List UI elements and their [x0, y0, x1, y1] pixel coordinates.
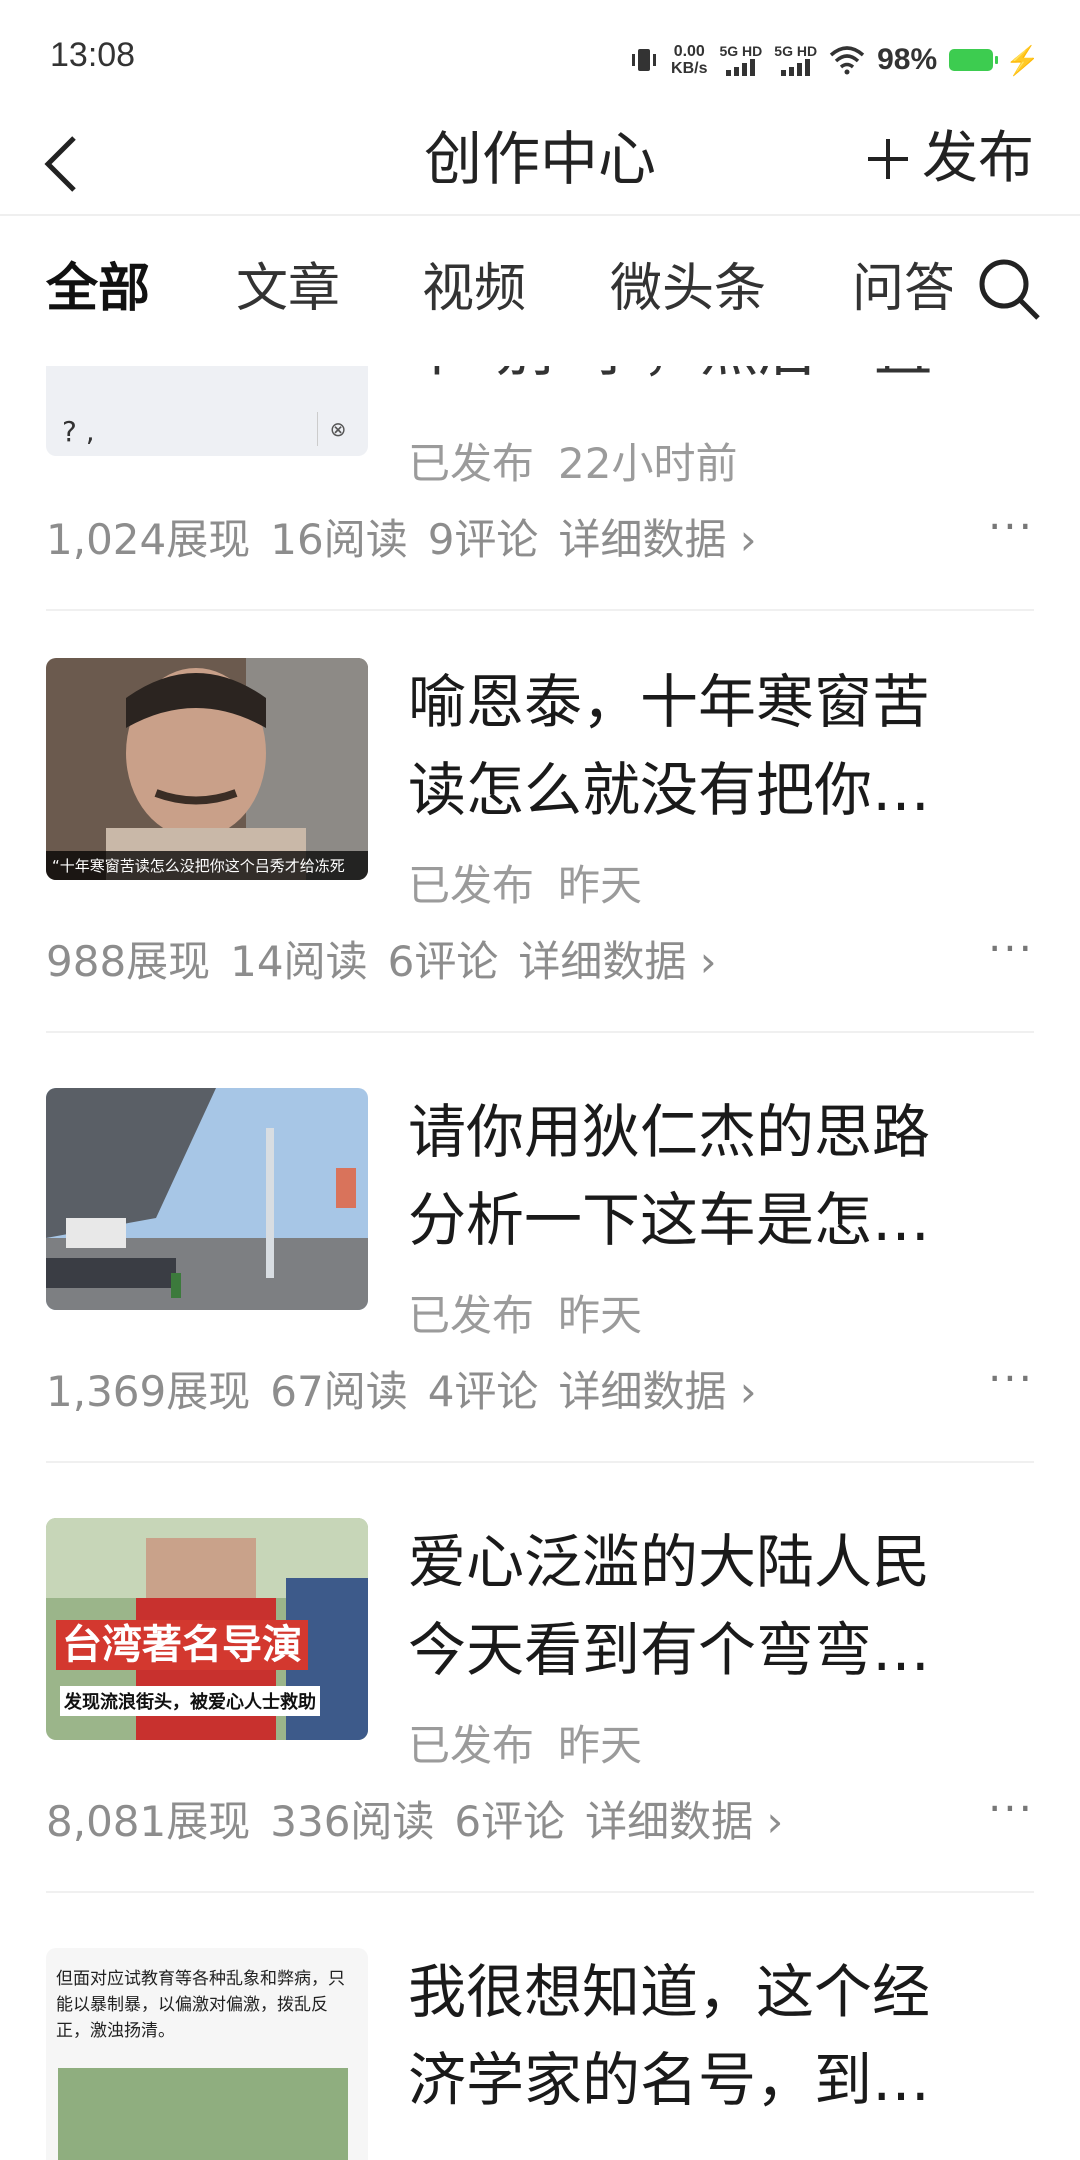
- tab-micro-posts[interactable]: 微头条: [610, 254, 766, 324]
- detail-data-link[interactable]: 详细数据 ›: [558, 1367, 756, 1416]
- divider: [46, 1891, 1034, 1893]
- publish-label: 发布: [922, 126, 1034, 191]
- thumbnail-subtitle: 发现流浪街头，被爱心人士救助: [60, 1686, 320, 1716]
- top-nav: 创作中心 发布: [0, 110, 1080, 216]
- bridge-photo: [46, 1088, 368, 1310]
- content-feed[interactable]: ? , ⊗ 个“别”字，然后一直 已发布22小时前 1,024展现16阅读9评论…: [0, 366, 1080, 2160]
- item-stats: 1,369展现 67阅读 4评论 详细数据 ›: [46, 1367, 757, 1416]
- battery-icon: [949, 49, 999, 71]
- thumbnail-text: 但面对应试教育等各种乱象和弊病，只能以暴制暴，以偏激对偏激，拨乱反正，激浊扬清。: [56, 1969, 345, 2041]
- signal-bars-icon: [719, 58, 762, 76]
- item-title-line2: 分析一下这车是怎…: [408, 1186, 931, 1254]
- signal-1: 5G HD: [719, 44, 762, 76]
- portrait-image: [46, 658, 368, 880]
- item-publish-info: 已发布 昨天: [408, 1721, 643, 1770]
- item-title-line2: 济学家的名号，到…: [408, 2046, 931, 2114]
- item-title-line1: 爱心泛滥的大陆人民: [408, 1528, 931, 1596]
- battery-percent: 98%: [877, 43, 938, 76]
- search-icon[interactable]: [974, 254, 1044, 324]
- status-bar: 13:08 0.00 KB/s 5G HD 5G HD 98% ⚡: [0, 0, 1080, 110]
- item-stats: 8,081展现 336阅读 6评论 详细数据 ›: [46, 1797, 784, 1846]
- tab-qa[interactable]: 问答: [852, 254, 952, 324]
- more-options-icon[interactable]: ···: [988, 924, 1034, 973]
- tab-videos[interactable]: 视频: [422, 254, 526, 324]
- item-thumbnail: 台湾著名导演 发现流浪街头，被爱心人士救助: [46, 1518, 368, 1740]
- signal-2: 5G HD: [774, 44, 817, 76]
- item-title-line1: 请你用狄仁杰的思路: [408, 1098, 931, 1166]
- item-publish-info: 已发布 昨天: [408, 1291, 643, 1340]
- signal-bars-icon: [774, 58, 817, 76]
- plus-icon: [868, 139, 908, 179]
- item-stats: 1,024展现 16阅读 9评论 详细数据 ›: [46, 515, 757, 564]
- thumbnail-photo: [58, 2068, 348, 2160]
- network-speed: 0.00 KB/s: [671, 43, 708, 77]
- item-title-line2: 个“别”字，然后一直: [408, 366, 1028, 394]
- divider: [46, 1031, 1034, 1033]
- divider: [46, 1461, 1034, 1463]
- item-stats: 988展现 14阅读 6评论 详细数据 ›: [46, 937, 717, 986]
- item-thumbnail: “十年寒窗苦读怎么没把你这个吕秀才给冻死: [46, 658, 368, 880]
- thumbnail-caption: “十年寒窗苦读怎么没把你这个吕秀才给冻死: [46, 851, 368, 880]
- status-time: 13:08: [50, 36, 136, 74]
- item-thumbnail: ? , ⊗: [46, 366, 368, 456]
- item-title-line1: 我很想知道，这个经: [408, 1958, 931, 2026]
- status-indicators: 0.00 KB/s 5G HD 5G HD 98% ⚡: [629, 38, 1040, 82]
- charging-icon: ⚡: [1005, 44, 1040, 76]
- detail-data-link[interactable]: 详细数据 ›: [518, 937, 716, 986]
- more-options-icon[interactable]: ···: [988, 1354, 1034, 1403]
- publish-button[interactable]: 发布: [864, 114, 1034, 204]
- item-publish-info: 已发布 22小时前: [408, 439, 738, 488]
- more-options-icon[interactable]: ···: [988, 502, 1034, 551]
- item-publish-info: 已发布 昨天: [408, 861, 643, 910]
- tab-articles[interactable]: 文章: [236, 254, 340, 324]
- more-options-icon[interactable]: ···: [988, 1784, 1034, 1833]
- clear-icon: ⊗: [317, 412, 358, 446]
- divider: [46, 609, 1034, 611]
- tab-all[interactable]: 全部: [46, 254, 150, 324]
- vibrate-icon: [632, 49, 657, 71]
- item-thumbnail: 但面对应试教育等各种乱象和弊病，只能以暴制暴，以偏激对偏激，拨乱反正，激浊扬清。: [46, 1948, 368, 2160]
- item-title-line2: 读怎么就没有把你…: [408, 756, 931, 824]
- category-tabs: 全部 文章 视频 微头条 问答: [0, 216, 1080, 366]
- detail-data-link[interactable]: 详细数据 ›: [558, 515, 756, 564]
- detail-data-link[interactable]: 详细数据 ›: [585, 1797, 783, 1846]
- item-title-line1: 喻恩泰，十年寒窗苦: [408, 668, 931, 736]
- wifi-icon: [829, 46, 865, 75]
- item-thumbnail: [46, 1088, 368, 1310]
- item-title-line2: 今天看到有个弯弯…: [408, 1616, 931, 1684]
- thumbnail-banner: 台湾著名导演: [56, 1620, 308, 1670]
